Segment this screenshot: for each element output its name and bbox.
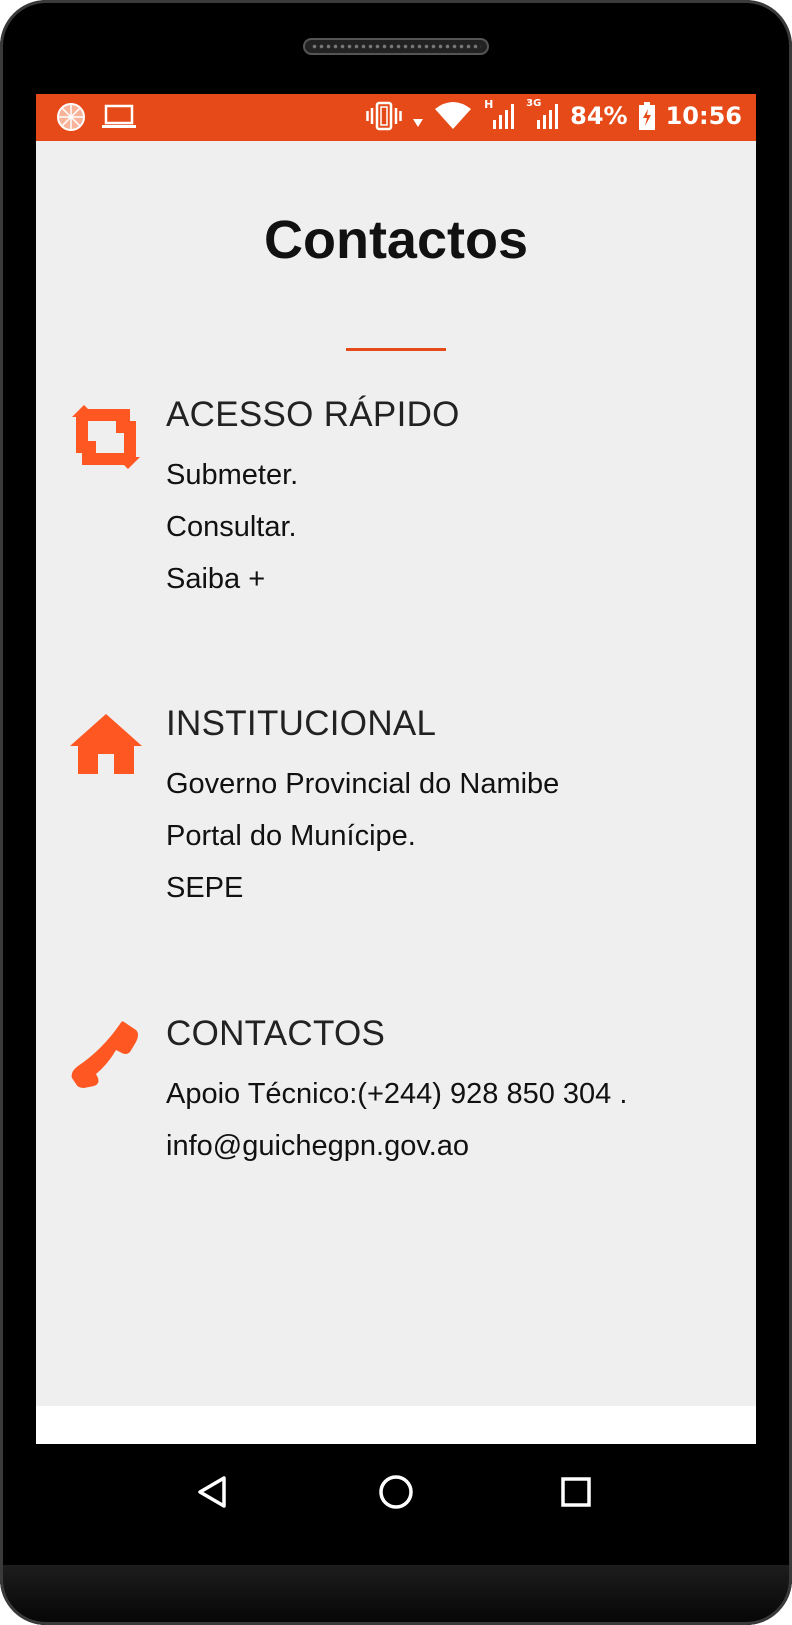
- section-heading: ACESSO RÁPIDO: [166, 395, 460, 434]
- footer-strip: [36, 1406, 756, 1444]
- vibrate-icon: [366, 101, 402, 131]
- home-icon: [70, 714, 142, 774]
- page-title: Contactos: [263, 210, 528, 270]
- link-portal-municipe[interactable]: Portal do Munícipe.: [166, 820, 416, 853]
- status-bar: H 3G 84% 10:56: [36, 94, 756, 141]
- section-heading: INSTITUCIONAL: [166, 704, 437, 743]
- support-phone[interactable]: Apoio Técnico:(+244) 928 850 304 .: [166, 1078, 627, 1111]
- repeat-icon: [72, 405, 140, 469]
- phone-frame: H 3G 84% 10:56 Contactos ACESSO RÁPIDO S…: [0, 0, 792, 1625]
- battery-charging-icon: [638, 102, 655, 130]
- section-heading: CONTACTOS: [166, 1014, 386, 1053]
- recents-button[interactable]: [556, 1472, 596, 1512]
- title-underline: [346, 348, 446, 351]
- link-consultar[interactable]: Consultar.: [166, 511, 297, 544]
- home-button[interactable]: [376, 1472, 416, 1512]
- support-email[interactable]: info@guichegpn.gov.ao: [166, 1130, 469, 1163]
- link-submeter[interactable]: Submeter.: [166, 459, 298, 492]
- signal-3g-icon: 3G: [526, 98, 560, 132]
- clock: 10:56: [665, 102, 742, 130]
- link-sepe[interactable]: SEPE: [166, 872, 243, 905]
- phone-icon: [71, 1021, 138, 1088]
- signal-h-icon: H: [482, 98, 516, 132]
- laptop-icon: [102, 104, 136, 128]
- battery-percent: 84%: [570, 102, 628, 130]
- phone-chin: [0, 1565, 792, 1625]
- data-arrow-icon: [413, 119, 424, 127]
- contact-page: Contactos ACESSO RÁPIDO Submeter. Consul…: [36, 141, 756, 1406]
- link-saiba-mais[interactable]: Saiba +: [166, 563, 265, 596]
- screen: H 3G 84% 10:56 Contactos ACESSO RÁPIDO S…: [36, 94, 756, 1444]
- back-button[interactable]: [194, 1472, 234, 1512]
- navigation-bar: [36, 1444, 756, 1539]
- link-governo-provincial[interactable]: Governo Provincial do Namibe: [166, 768, 559, 801]
- sync-loading-icon: [57, 103, 85, 131]
- earpiece-speaker: [303, 38, 489, 55]
- wifi-icon: [435, 102, 472, 129]
